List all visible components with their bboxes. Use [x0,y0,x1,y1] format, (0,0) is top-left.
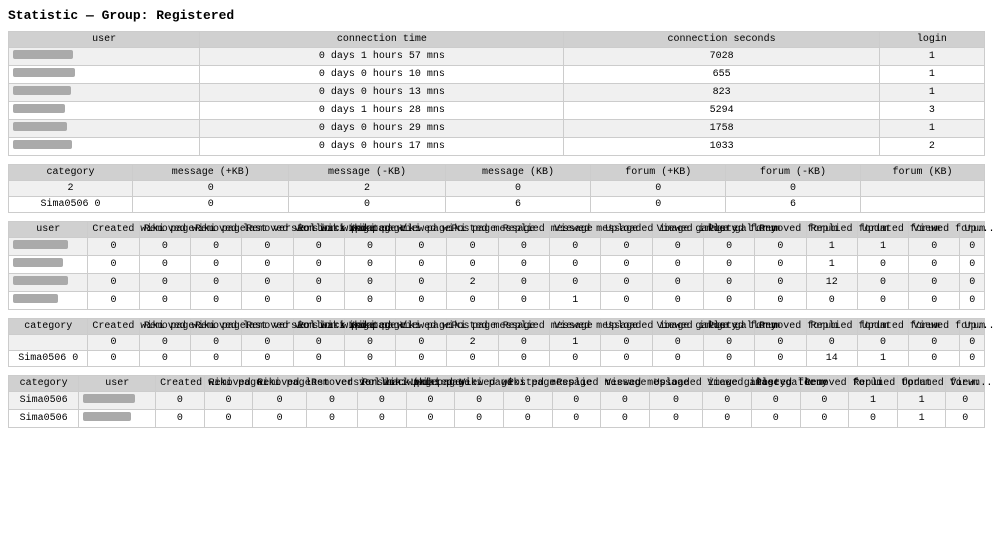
table-row: 0 days 0 hours 17 mns 1033 2 [9,138,985,156]
connection-table: user connection time connection seconds … [8,31,985,156]
table-row: 0 days 1 hours 57 mns 7028 1 [9,48,985,66]
col-user: user [9,32,200,48]
col-conn-sec: connection seconds [564,32,879,48]
col-conn-time: connection time [200,32,564,48]
table-row: 0 days 0 hours 13 mns 823 1 [9,84,985,102]
table-row: 0 days 0 hours 10 mns 655 1 [9,66,985,84]
table-row: 0 days 0 hours 29 mns 1758 1 [9,120,985,138]
page-title: Statistic — Group: Registered [8,8,985,23]
category-summary-table-1: category Created wiki page Removed wiki … [8,318,985,367]
stats-table-1: user Created wiki page Removed wiki page… [8,221,985,310]
col-login: login [879,32,984,48]
msg-forum-summary-table: category message (+KB) message (-KB) mes… [8,164,985,213]
bottom-stats-table: category user Created wiki page Removed … [8,375,985,428]
table-row: 0 days 1 hours 28 mns 5294 3 [9,102,985,120]
